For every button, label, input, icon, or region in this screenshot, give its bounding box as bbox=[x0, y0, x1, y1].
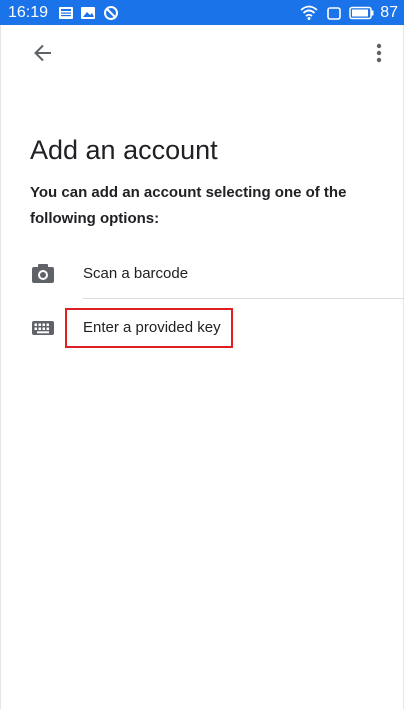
status-time: 16:19 bbox=[8, 4, 49, 21]
scan-barcode-label: Scan a barcode bbox=[83, 265, 189, 282]
back-button[interactable] bbox=[26, 38, 60, 72]
battery-level: 87 bbox=[380, 4, 398, 21]
page-subtitle: You can add an account selecting one of … bbox=[30, 184, 347, 227]
wifi-icon bbox=[300, 5, 318, 21]
screen: 16:19 87 Add an account You can add an a… bbox=[0, 0, 404, 709]
news-icon bbox=[58, 5, 74, 21]
scan-barcode-option[interactable]: Scan a barcode bbox=[0, 246, 404, 300]
enter-key-label: Enter a provided key bbox=[83, 319, 221, 336]
page-title: Add an account bbox=[30, 135, 218, 165]
page-edge-left bbox=[0, 25, 1, 709]
arrow-left-icon bbox=[33, 43, 53, 68]
option-divider bbox=[83, 298, 404, 299]
camera-icon bbox=[31, 261, 55, 285]
do-not-disturb-icon bbox=[103, 5, 119, 21]
keyboard-icon bbox=[31, 316, 55, 340]
battery-icon bbox=[349, 5, 375, 21]
more-vert-icon bbox=[376, 43, 382, 68]
image-icon bbox=[80, 5, 96, 21]
enter-key-option[interactable]: Enter a provided key bbox=[0, 301, 404, 355]
status-bar: 16:19 87 bbox=[0, 0, 404, 25]
square-icon bbox=[326, 5, 342, 21]
overflow-menu-button[interactable] bbox=[364, 38, 394, 72]
